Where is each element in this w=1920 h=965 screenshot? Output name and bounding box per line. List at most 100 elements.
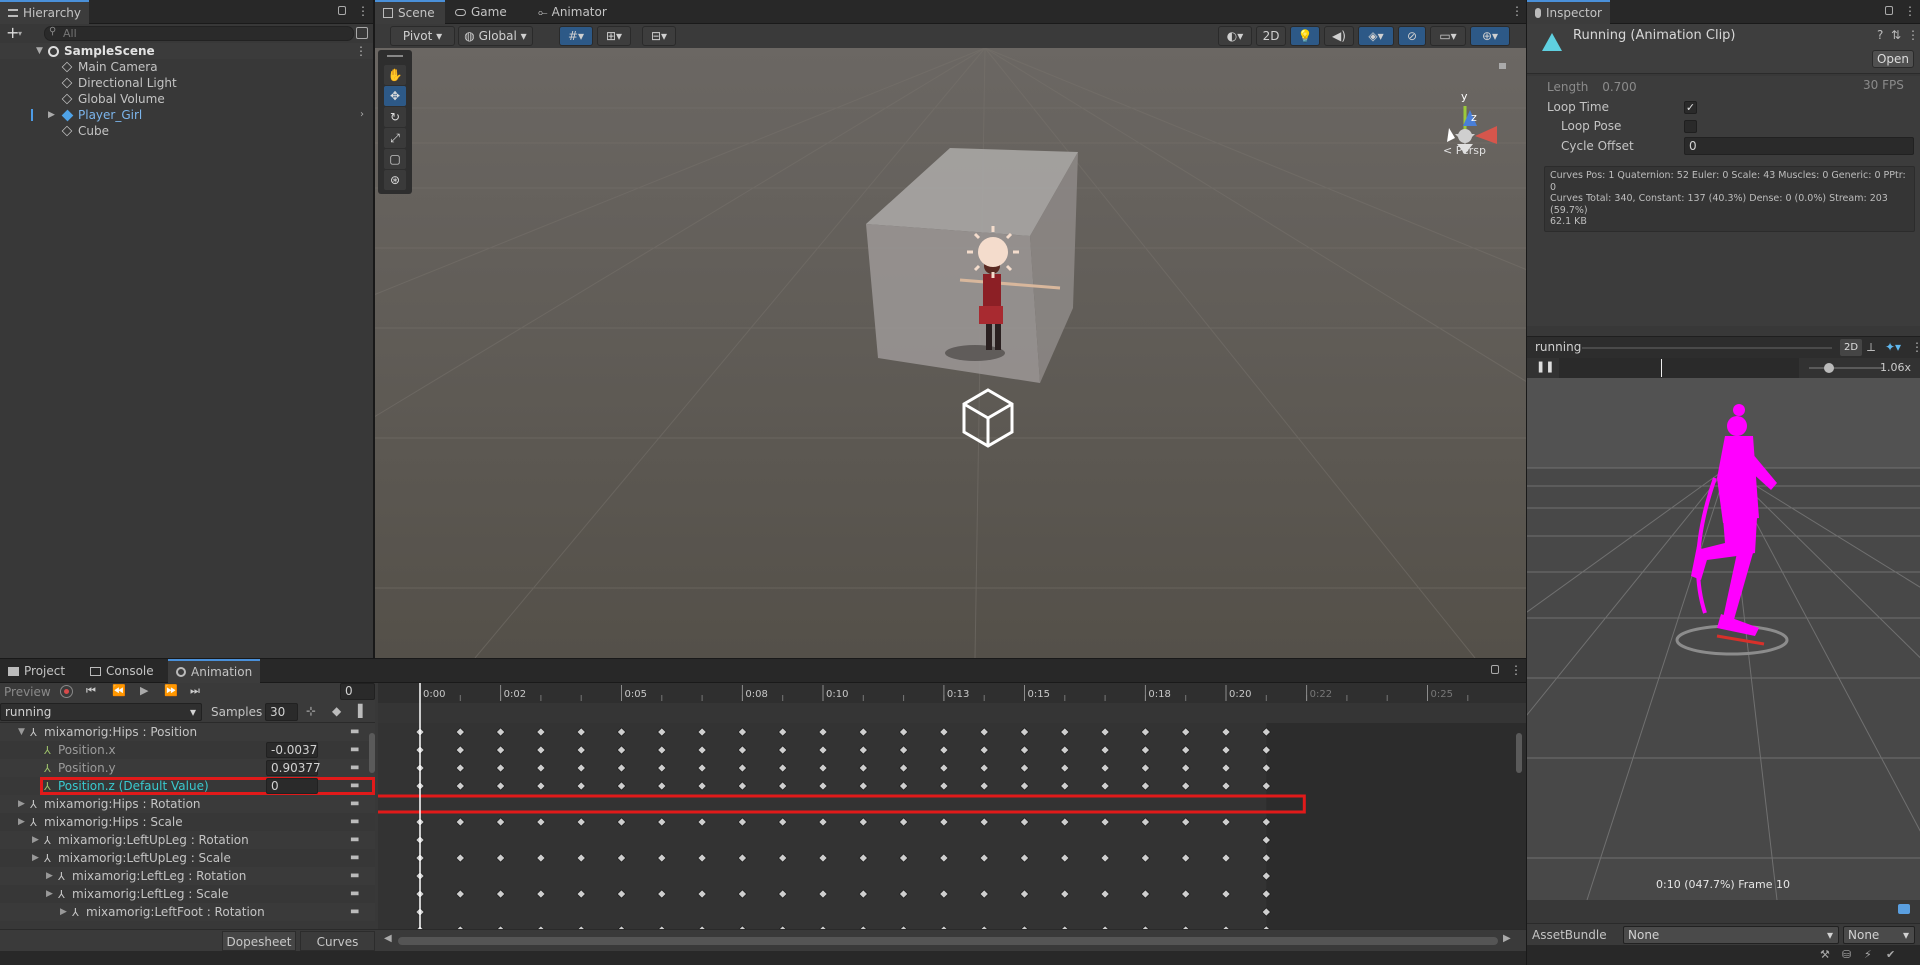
property-value-field[interactable]: 0 [266,778,318,794]
keyframe[interactable] [697,763,707,773]
property-row[interactable]: ⅄ Position.x -0.0037 ▬ [0,741,375,759]
property-row[interactable]: ▶ ⅄ mixamorig:LeftLeg : Rotation ▬ [0,867,375,885]
preview-menu-icon[interactable]: ⋮ [1911,340,1920,354]
tab-inspector[interactable]: Inspector [1527,0,1610,24]
hand-tool-icon[interactable]: ✋ [384,65,406,85]
keyframe[interactable] [1059,745,1070,755]
cycle-offset-field[interactable]: 0 [1684,137,1914,155]
keyframe[interactable] [1221,727,1231,737]
assetbundle-dropdown[interactable]: None ▾ [1623,926,1839,944]
preview-viewport[interactable]: 0:10 (047.7%) Frame 10 [1527,378,1920,900]
debug-icon[interactable]: ⚒ [1820,948,1830,961]
keyframe[interactable] [818,889,828,899]
keyframe[interactable] [898,889,909,899]
keyframe[interactable] [536,727,546,737]
keyframe[interactable] [737,763,748,773]
keyframe[interactable] [1059,817,1070,827]
keyframe[interactable] [1221,763,1231,773]
keyframe[interactable] [697,853,707,863]
keyframe[interactable] [777,745,788,755]
keyframe[interactable] [536,889,546,899]
keyframe[interactable] [1019,853,1030,863]
keyframe[interactable] [495,763,506,773]
horizontal-scrollbar[interactable] [398,937,1498,945]
property-menu-icon[interactable]: ▬ [350,741,359,759]
help-icon[interactable]: ? [1877,28,1883,42]
scene-menu-icon[interactable]: ⋮ [355,43,367,59]
scroll-right-icon[interactable]: ▶ [1503,933,1511,944]
keyframe[interactable] [1140,853,1151,863]
keyframe[interactable] [455,853,466,863]
keyframe[interactable] [1180,853,1191,863]
hierarchy-item-global-volume[interactable]: Global Volume [0,91,373,107]
camera-dropdown[interactable]: ▭▾ [1430,26,1466,46]
keyframe[interactable] [777,727,788,737]
keyframe[interactable] [1221,781,1231,791]
keyframe[interactable] [697,889,707,899]
keyframe[interactable] [777,781,788,791]
property-menu-icon[interactable]: ▬ [350,867,359,885]
keyframe[interactable] [858,853,869,863]
preview-timeline[interactable] [1559,358,1799,378]
keyframe[interactable] [656,853,667,863]
rect-tool-icon[interactable]: ▢ [384,149,406,169]
play-icon[interactable]: ▶ [140,684,148,697]
keyframe[interactable] [858,763,869,773]
draw-mode-dropdown[interactable]: ◐▾ [1218,26,1252,46]
kebab-menu-icon[interactable]: ⋮ [1511,5,1523,17]
keyframe[interactable] [697,781,707,791]
kebab-menu-icon[interactable]: ⋮ [1904,5,1916,17]
keyframe[interactable] [858,727,869,737]
scene-root-row[interactable]: ▼ SampleScene ⋮ [0,43,373,59]
keyframe[interactable] [455,727,466,737]
event-marker-icon[interactable]: ▌ [358,704,367,718]
keyframe[interactable] [536,853,546,863]
keyframe[interactable] [576,745,587,755]
keyframe[interactable] [898,781,909,791]
keyframe[interactable] [1019,727,1030,737]
curves-button[interactable]: Curves [300,931,375,951]
move-tool-icon[interactable]: ✥ [384,86,406,106]
clip-dropdown[interactable]: running ▾ [0,703,202,721]
keyframe[interactable] [1019,745,1030,755]
keyframe[interactable] [858,781,869,791]
keyframe[interactable] [777,817,788,827]
open-button[interactable]: Open [1872,50,1914,68]
keyframe[interactable] [495,817,506,827]
keyframe[interactable] [818,817,828,827]
keyframe[interactable] [1140,781,1151,791]
keyframe[interactable] [939,817,949,827]
keyframe[interactable] [576,817,587,827]
property-row[interactable]: ▶ ⅄ mixamorig:Hips : Scale ▬ [0,813,375,831]
samples-field[interactable]: 30 [265,703,298,721]
keyframe[interactable] [576,853,587,863]
expand-arrow-icon[interactable]: ▼ [36,43,43,59]
property-menu-icon[interactable]: ▬ [350,849,359,867]
keyframe[interactable] [576,763,587,773]
keyframe[interactable] [939,853,949,863]
keyframe[interactable] [455,745,466,755]
keyframe[interactable] [616,853,627,863]
keyframe[interactable] [737,889,748,899]
keyframe[interactable] [1140,727,1151,737]
hidden-objects-toggle[interactable]: ⊘ [1398,26,1426,46]
preset-icon[interactable]: ⇅ [1891,28,1901,42]
scroll-left-icon[interactable]: ◀ [384,933,392,944]
keyframe[interactable] [818,781,828,791]
keyframe[interactable] [536,745,546,755]
keyframe[interactable] [1059,781,1070,791]
drag-handle[interactable] [387,55,403,57]
keyframe[interactable] [656,745,667,755]
keyframe[interactable] [1140,889,1151,899]
keyframe[interactable] [818,727,828,737]
frame-field[interactable]: 0 [340,683,375,700]
tab-game[interactable]: Game [447,0,515,24]
keyframe[interactable] [939,763,949,773]
property-menu-icon[interactable]: ▬ [350,777,359,795]
keyframe[interactable] [939,727,949,737]
keyframe[interactable] [858,745,869,755]
keyframe[interactable] [495,727,506,737]
dopesheet-scrollbar[interactable] [1516,733,1522,773]
avatar-select-icon[interactable]: ✦▾ [1885,340,1901,354]
keyframe[interactable] [616,889,627,899]
